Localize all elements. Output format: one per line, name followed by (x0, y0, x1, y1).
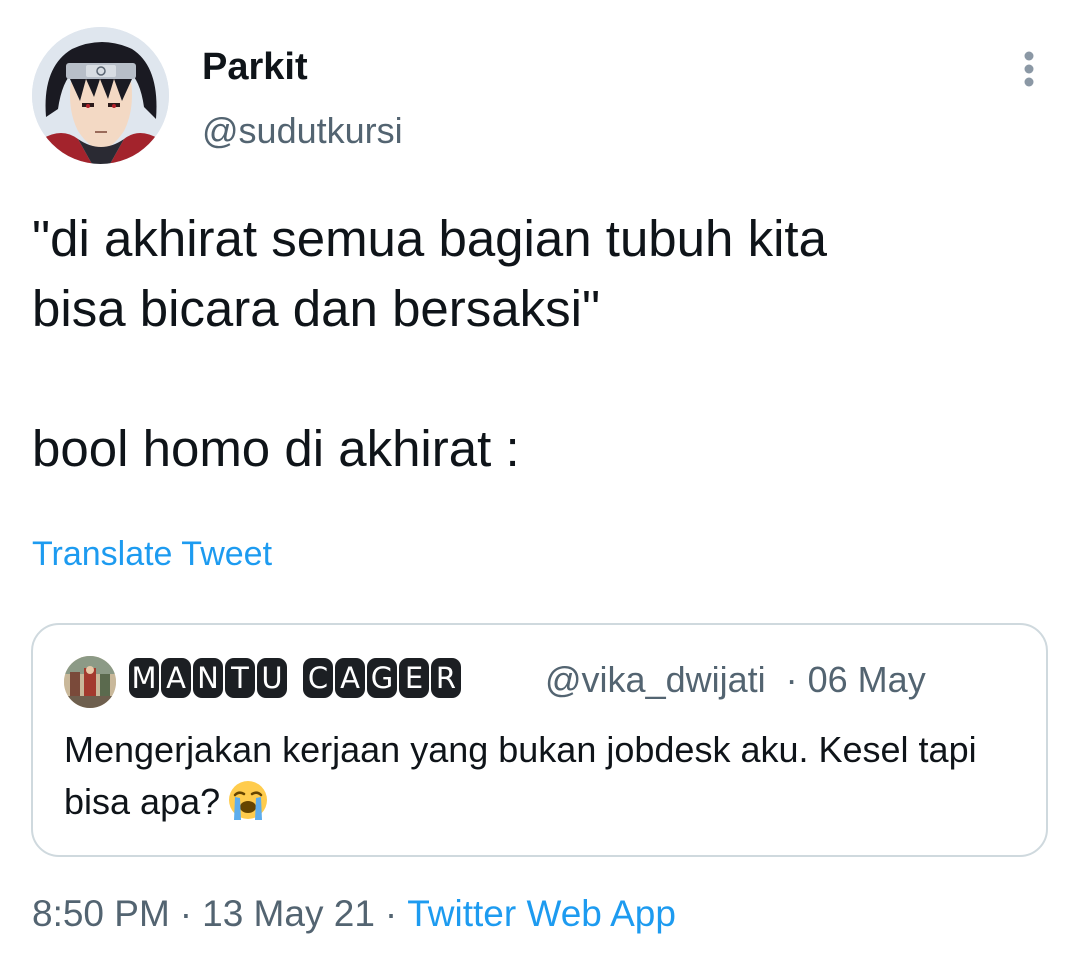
tweet-meta: 8:50 PM · 13 May 21 · Twitter Web App (32, 891, 676, 937)
quoted-author-avatar[interactable] (64, 656, 116, 708)
author-handle[interactable]: @sudutkursi (202, 108, 403, 154)
translate-tweet-link[interactable]: Translate Tweet (32, 532, 272, 576)
more-options-button[interactable] (1006, 46, 1052, 92)
tweet-source-link[interactable]: Twitter Web App (407, 893, 676, 934)
anime-character-avatar-icon (32, 27, 169, 164)
quoted-meta: @vika_dwijati · 06 May (545, 658, 926, 702)
photo-avatar-icon (64, 656, 116, 708)
loudly-crying-face-emoji-icon (226, 778, 270, 822)
meta-separator: · (384, 893, 398, 934)
meta-separator: · (179, 893, 193, 934)
name-letter: T (225, 658, 255, 698)
author-display-name[interactable]: Parkit (202, 44, 308, 90)
name-letter: N (193, 658, 223, 698)
name-letter: U (257, 658, 287, 698)
tweet-date[interactable]: 13 May 21 (202, 893, 375, 934)
name-letter: C (303, 658, 333, 698)
name-letter: A (161, 658, 191, 698)
name-letter: E (399, 658, 429, 698)
name-letter: G (367, 658, 397, 698)
quoted-author-handle[interactable]: @vika_dwijati (545, 659, 766, 700)
name-letter: A (335, 658, 365, 698)
more-vertical-icon (1024, 51, 1034, 87)
quoted-tweet-card[interactable]: M A N T U C A G E R @vika_dwijati · 06 Ma… (31, 623, 1048, 857)
name-word-1: M A N T U (129, 658, 287, 698)
tweet-text: "di akhirat semua bagian tubuh kita bisa… (32, 210, 827, 477)
author-avatar[interactable] (32, 27, 169, 164)
quoted-author-name[interactable]: M A N T U C A G E R (129, 658, 461, 698)
meta-separator: · (785, 659, 798, 700)
name-word-2: C A G E R (303, 658, 461, 698)
quoted-date[interactable]: 06 May (808, 659, 926, 700)
quoted-text-content: Mengerjakan kerjaan yang bukan jobdesk a… (64, 729, 977, 822)
name-letter: M (129, 658, 159, 698)
quoted-tweet-text: Mengerjakan kerjaan yang bukan jobdesk a… (64, 724, 1024, 828)
name-letter: R (431, 658, 461, 698)
tweet-time[interactable]: 8:50 PM (32, 893, 170, 934)
